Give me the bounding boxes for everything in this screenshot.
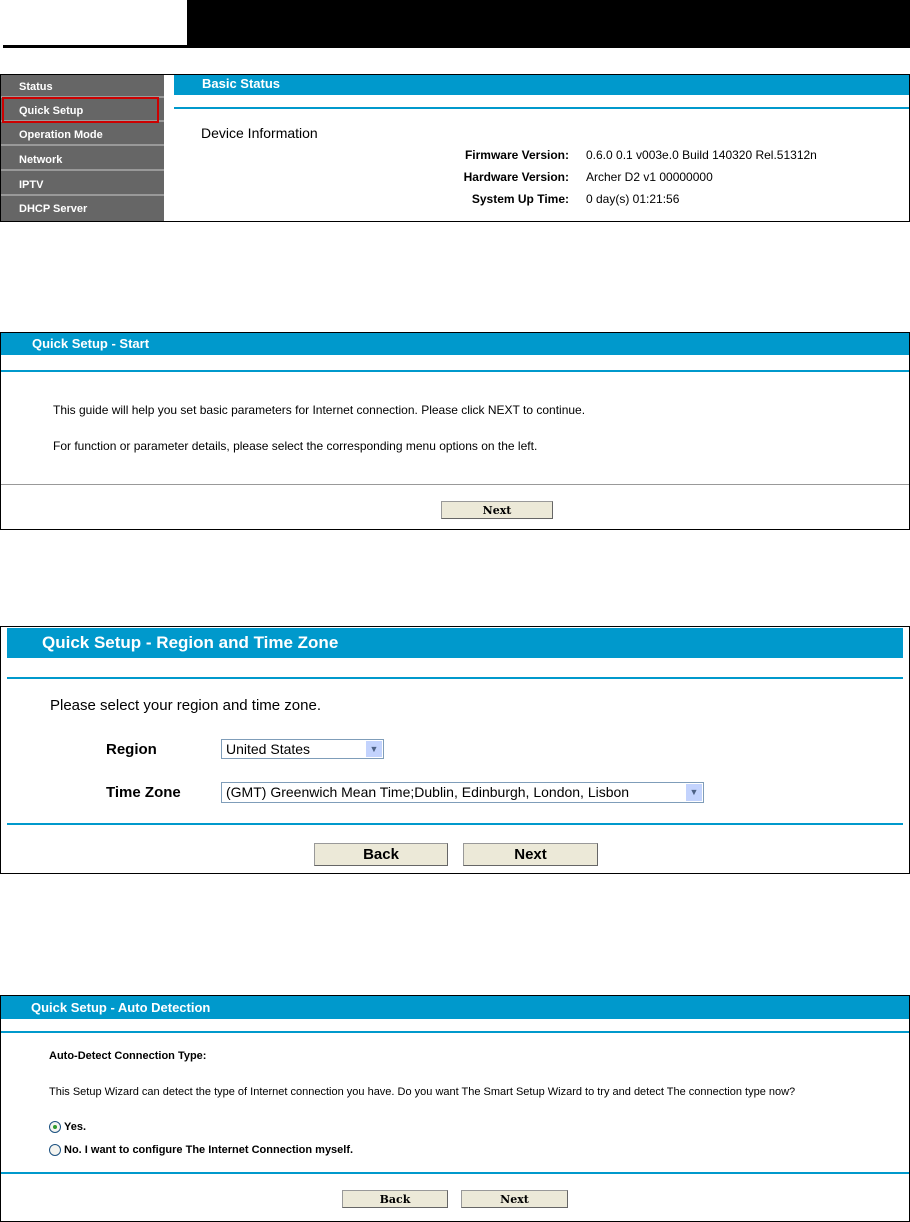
menu-hint-text: For function or parameter details, pleas… <box>53 439 538 453</box>
sidebar-menu: Status Quick Setup Operation Mode Networ… <box>1 75 164 221</box>
guide-text: This guide will help you set basic param… <box>53 403 586 417</box>
info-label-firmware: Firmware Version: <box>464 148 569 162</box>
sidebar-item-iptv[interactable]: IPTV <box>1 174 164 196</box>
option-yes-label: Yes. <box>64 1121 87 1133</box>
next-button[interactable]: Next <box>441 501 553 519</box>
sidebar-item-operation-mode[interactable]: Operation Mode <box>1 124 164 146</box>
next-button[interactable]: Next <box>461 1190 568 1208</box>
region-label: Region <box>106 741 157 758</box>
back-button[interactable]: Back <box>342 1190 448 1208</box>
panel-header: Quick Setup - Start <box>1 333 909 355</box>
region-value: United States <box>226 741 311 757</box>
footer-divider <box>1 1172 909 1174</box>
info-value-hardware: Archer D2 v1 00000000 <box>586 170 713 184</box>
quick-setup-highlight <box>2 97 159 123</box>
header-divider <box>7 677 903 679</box>
region-select[interactable]: United States ▼ <box>221 739 384 759</box>
header-divider <box>1 370 909 372</box>
header-divider <box>1 1031 909 1033</box>
radio-no[interactable] <box>49 1144 61 1157</box>
option-no-label: No. I want to configure The Internet Con… <box>64 1144 354 1156</box>
back-button[interactable]: Back <box>314 843 448 866</box>
info-label-uptime: System Up Time: <box>471 192 569 206</box>
basic-status-panel: Status Quick Setup Operation Mode Networ… <box>0 74 910 222</box>
panel-header: Quick Setup - Auto Detection <box>1 996 909 1019</box>
option-no[interactable]: No. I want to configure The Internet Con… <box>49 1144 354 1157</box>
auto-detect-title: Auto-Detect Connection Type: <box>49 1050 207 1062</box>
timezone-select[interactable]: (GMT) Greenwich Mean Time;Dublin, Edinbu… <box>221 782 704 803</box>
section-title: Device Information <box>201 125 318 141</box>
chevron-down-icon[interactable]: ▼ <box>366 741 382 757</box>
chevron-down-icon[interactable]: ▼ <box>686 784 702 801</box>
footer-divider <box>7 823 903 825</box>
banner-underline <box>3 45 193 48</box>
option-yes[interactable]: Yes. <box>49 1121 87 1134</box>
quick-setup-start-panel: Quick Setup - Start This guide will help… <box>0 332 910 530</box>
wizard-description: This Setup Wizard can detect the type of… <box>49 1086 796 1098</box>
footer-divider <box>1 484 909 485</box>
sidebar-item-dhcp-server[interactable]: DHCP Server <box>1 198 164 220</box>
intro-text: Please select your region and time zone. <box>50 697 321 714</box>
timezone-label: Time Zone <box>106 784 181 801</box>
header-divider <box>174 107 909 109</box>
sidebar-item-status[interactable]: Status <box>1 76 164 98</box>
top-banner <box>187 0 910 48</box>
radio-yes[interactable] <box>49 1121 61 1134</box>
panel-header: Quick Setup - Region and Time Zone <box>7 628 903 658</box>
panel-header: Basic Status <box>174 75 909 95</box>
auto-detection-panel: Quick Setup - Auto Detection Auto-Detect… <box>0 995 910 1222</box>
info-value-uptime: 0 day(s) 01:21:56 <box>586 192 680 206</box>
next-button[interactable]: Next <box>463 843 598 866</box>
region-timezone-panel: Quick Setup - Region and Time Zone Pleas… <box>0 626 910 874</box>
info-label-hardware: Hardware Version: <box>463 170 569 184</box>
timezone-value: (GMT) Greenwich Mean Time;Dublin, Edinbu… <box>226 784 630 800</box>
sidebar-item-network[interactable]: Network <box>1 149 164 171</box>
info-value-firmware: 0.6.0 0.1 v003e.0 Build 140320 Rel.51312… <box>586 148 817 162</box>
